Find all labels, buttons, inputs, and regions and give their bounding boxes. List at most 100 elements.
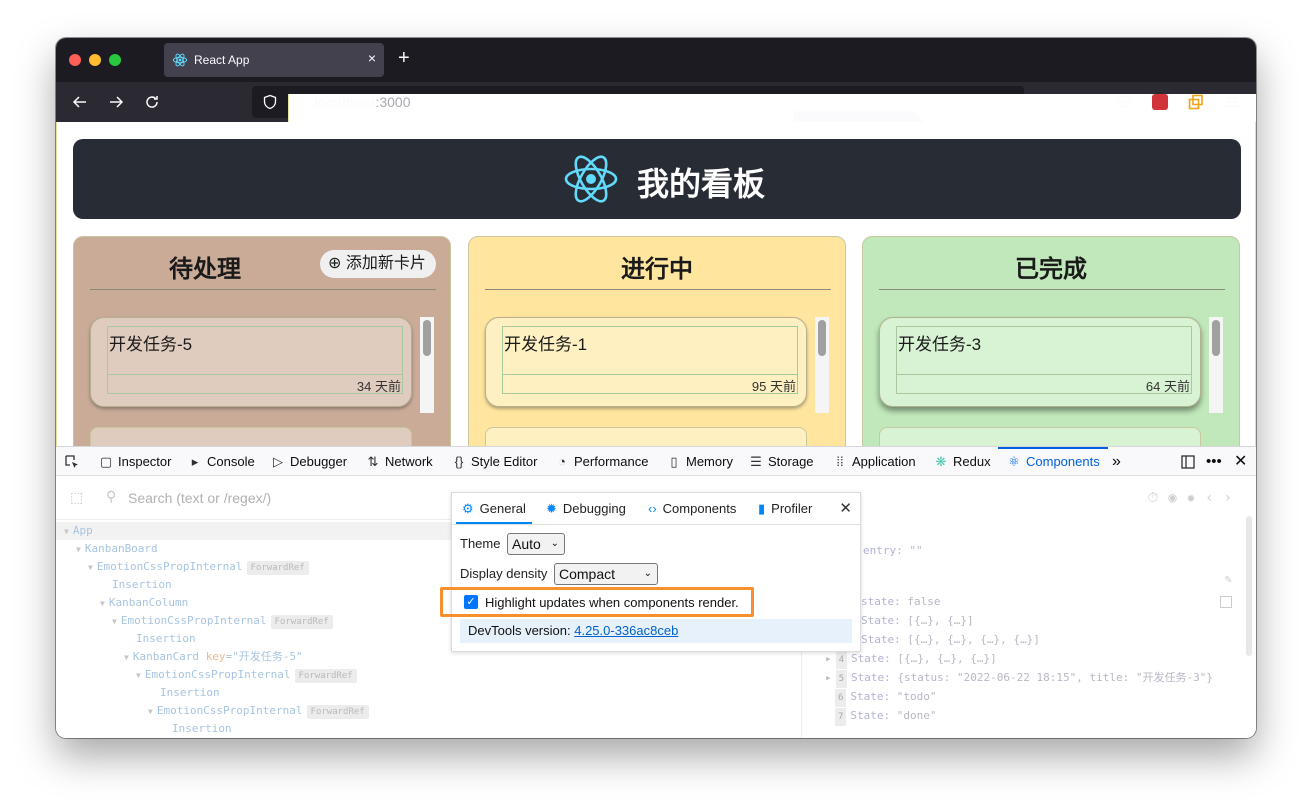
expand-arrow-icon[interactable]: ▼ bbox=[112, 617, 117, 626]
settings-tab-general[interactable]: ⚙ General bbox=[456, 493, 532, 524]
version-link[interactable]: 4.25.0-336ac8ceb bbox=[574, 623, 678, 638]
tree-row[interactable]: ▼ EmotionCssPropInternal ForwardRef bbox=[88, 558, 309, 576]
tree-row[interactable]: Insertion bbox=[136, 630, 196, 648]
search-input[interactable]: Search (text or /regex/) bbox=[128, 490, 271, 506]
expand-arrow-icon[interactable]: ▼ bbox=[88, 563, 93, 572]
forward-button[interactable] bbox=[104, 90, 128, 114]
url-bar[interactable]: localhost:3000 ☆ bbox=[252, 86, 1256, 418]
expand-arrow-icon[interactable]: ▼ bbox=[100, 599, 105, 608]
tab-label: General bbox=[479, 501, 526, 516]
tab-label: Performance bbox=[574, 454, 649, 469]
state-value: [{…}, {…}] bbox=[907, 614, 974, 627]
state-row[interactable]: ▸ 5 State: {status: "2022-06-22 18:15", ti… bbox=[825, 669, 1213, 688]
tab-application[interactable]: ⁞⁞ Application bbox=[832, 447, 915, 476]
tree-row[interactable]: Insertion bbox=[160, 684, 220, 702]
kanban-card-partial[interactable] bbox=[90, 427, 412, 446]
browser-tab[interactable]: React App × bbox=[164, 43, 384, 77]
extension-ublock-icon[interactable] bbox=[1149, 91, 1171, 113]
tree-row[interactable]: ▼ KanbanColumn bbox=[100, 594, 188, 612]
back-button[interactable] bbox=[68, 90, 92, 114]
details-toolbar-icons[interactable]: ⏱◉✹‹› bbox=[1147, 490, 1242, 506]
highlight-updates-checkbox[interactable]: ✓ bbox=[464, 595, 478, 609]
expand-arrow-icon[interactable]: ▸ bbox=[825, 671, 832, 684]
page-title: 我的看板 bbox=[637, 166, 766, 202]
expand-arrow-icon[interactable]: ▼ bbox=[64, 527, 69, 536]
expand-arrow-icon[interactable]: ▸ bbox=[825, 652, 832, 665]
state-row[interactable]: ▸ 4 State: [{…}, {…}, {…}] bbox=[825, 650, 997, 669]
close-window-button[interactable] bbox=[69, 54, 81, 66]
tab-performance[interactable]: ◔ Performance bbox=[554, 447, 648, 476]
dock-side-icon[interactable] bbox=[1180, 447, 1196, 476]
details-scrollbar[interactable] bbox=[1246, 516, 1252, 656]
pocket-icon[interactable] bbox=[1113, 91, 1135, 113]
kanban-card[interactable]: 开发任务-5 34 天前 bbox=[90, 317, 412, 407]
column-scrollbar[interactable] bbox=[420, 317, 434, 413]
column-scrollbar[interactable] bbox=[1209, 317, 1223, 413]
tree-row[interactable]: ▼ EmotionCssPropInternal ForwardRef bbox=[136, 666, 357, 684]
tab-debugger[interactable]: ▷ Debugger bbox=[270, 447, 347, 476]
settings-tab-components[interactable]: ‹› Components bbox=[642, 493, 742, 524]
add-card-button[interactable]: ⊕ 添加新卡片 bbox=[320, 250, 436, 278]
react-icon: ⚛ bbox=[1008, 454, 1020, 469]
density-select[interactable]: Compact ⌄ bbox=[554, 563, 658, 585]
tree-row[interactable]: ▼ KanbanCard key="开发任务-5" bbox=[124, 648, 303, 666]
close-tab-icon[interactable]: × bbox=[368, 50, 376, 66]
expand-arrow-icon[interactable]: ▼ bbox=[124, 653, 129, 662]
scrollbar-thumb[interactable] bbox=[423, 320, 431, 356]
highlight-updates-label[interactable]: Highlight updates when components render… bbox=[485, 595, 739, 610]
tree-row[interactable]: ▼ KanbanBoard bbox=[76, 540, 158, 558]
more-tabs-chevron-icon[interactable]: » bbox=[1112, 447, 1121, 476]
maximize-window-button[interactable] bbox=[109, 54, 121, 66]
reload-button[interactable] bbox=[140, 90, 164, 114]
tree-row[interactable]: Insertion bbox=[172, 720, 232, 738]
state-key: State: bbox=[851, 671, 891, 684]
state-row[interactable]: State: [{…}, {…}, {…}, {…}] bbox=[861, 631, 1040, 649]
tab-memory[interactable]: ▯ Memory bbox=[666, 447, 733, 476]
select-element-icon[interactable]: ⬚ bbox=[70, 489, 83, 506]
tab-style-editor[interactable]: {} Style Editor bbox=[451, 447, 538, 476]
kanban-card-partial[interactable] bbox=[879, 427, 1201, 446]
kanban-card[interactable]: 开发任务-3 64 天前 bbox=[879, 317, 1201, 407]
tab-inspector[interactable]: ▢ Inspector bbox=[98, 447, 172, 476]
close-devtools-icon[interactable]: ✕ bbox=[1234, 447, 1247, 476]
tab-storage[interactable]: ☰ Storage bbox=[748, 447, 813, 476]
tab-redux[interactable]: ❋ Redux bbox=[933, 447, 991, 476]
settings-tab-debugging[interactable]: ✹ Debugging bbox=[540, 493, 632, 524]
minimize-window-button[interactable] bbox=[89, 54, 101, 66]
devtools-version: DevTools version: 4.25.0-336ac8ceb bbox=[460, 619, 852, 643]
element-picker-button[interactable] bbox=[64, 447, 80, 476]
state-row[interactable]: state: false bbox=[861, 593, 941, 611]
theme-select[interactable]: Auto ⌄ bbox=[507, 533, 565, 555]
copy-checkbox[interactable] bbox=[1220, 596, 1232, 608]
expand-arrow-icon[interactable]: ▼ bbox=[76, 545, 81, 554]
tree-row[interactable]: ▼ EmotionCssPropInternal ForwardRef bbox=[112, 612, 333, 630]
state-row[interactable]: 7 State: "done" bbox=[835, 707, 937, 726]
tracking-protection-shield-icon[interactable] bbox=[262, 94, 278, 110]
new-tab-button[interactable]: + bbox=[398, 48, 410, 68]
state-row[interactable]: entry: "" bbox=[863, 542, 923, 560]
extension-overlap-icon[interactable] bbox=[1185, 91, 1207, 113]
scrollbar-thumb[interactable] bbox=[1212, 320, 1220, 356]
tree-row[interactable]: Insertion bbox=[112, 576, 172, 594]
settings-tab-profiler[interactable]: ▮ Profiler bbox=[752, 493, 818, 524]
kanban-card[interactable]: 开发任务-1 95 天前 bbox=[485, 317, 807, 407]
tab-components[interactable]: ⚛ Components bbox=[998, 447, 1108, 476]
scrollbar-thumb[interactable] bbox=[818, 320, 826, 356]
state-row[interactable]: 6 State: "todo" bbox=[835, 688, 937, 707]
expand-arrow-icon[interactable]: ▼ bbox=[148, 707, 153, 716]
tree-row[interactable]: ▼ EmotionCssPropInternal ForwardRef bbox=[148, 702, 369, 720]
tab-console[interactable]: ▸ Console bbox=[187, 447, 255, 476]
edit-wand-icon[interactable]: ✎ bbox=[1225, 572, 1232, 586]
state-row[interactable]: State: [{…}, {…}] bbox=[861, 612, 974, 630]
card-date: 64 天前 bbox=[1145, 379, 1190, 394]
expand-arrow-icon[interactable]: ▼ bbox=[136, 671, 141, 680]
tab-label: Memory bbox=[686, 454, 733, 469]
url-text: localhost:3000 bbox=[314, 94, 411, 110]
close-settings-icon[interactable]: ✕ bbox=[839, 499, 852, 517]
hamburger-menu-icon[interactable] bbox=[1221, 91, 1243, 113]
tab-network[interactable]: ⇅ Network bbox=[365, 447, 433, 476]
more-options-icon[interactable]: ••• bbox=[1206, 447, 1222, 476]
bookmark-star-icon[interactable]: ☆ bbox=[1001, 91, 1016, 111]
column-scrollbar[interactable] bbox=[815, 317, 829, 413]
kanban-card-partial[interactable] bbox=[485, 427, 807, 446]
